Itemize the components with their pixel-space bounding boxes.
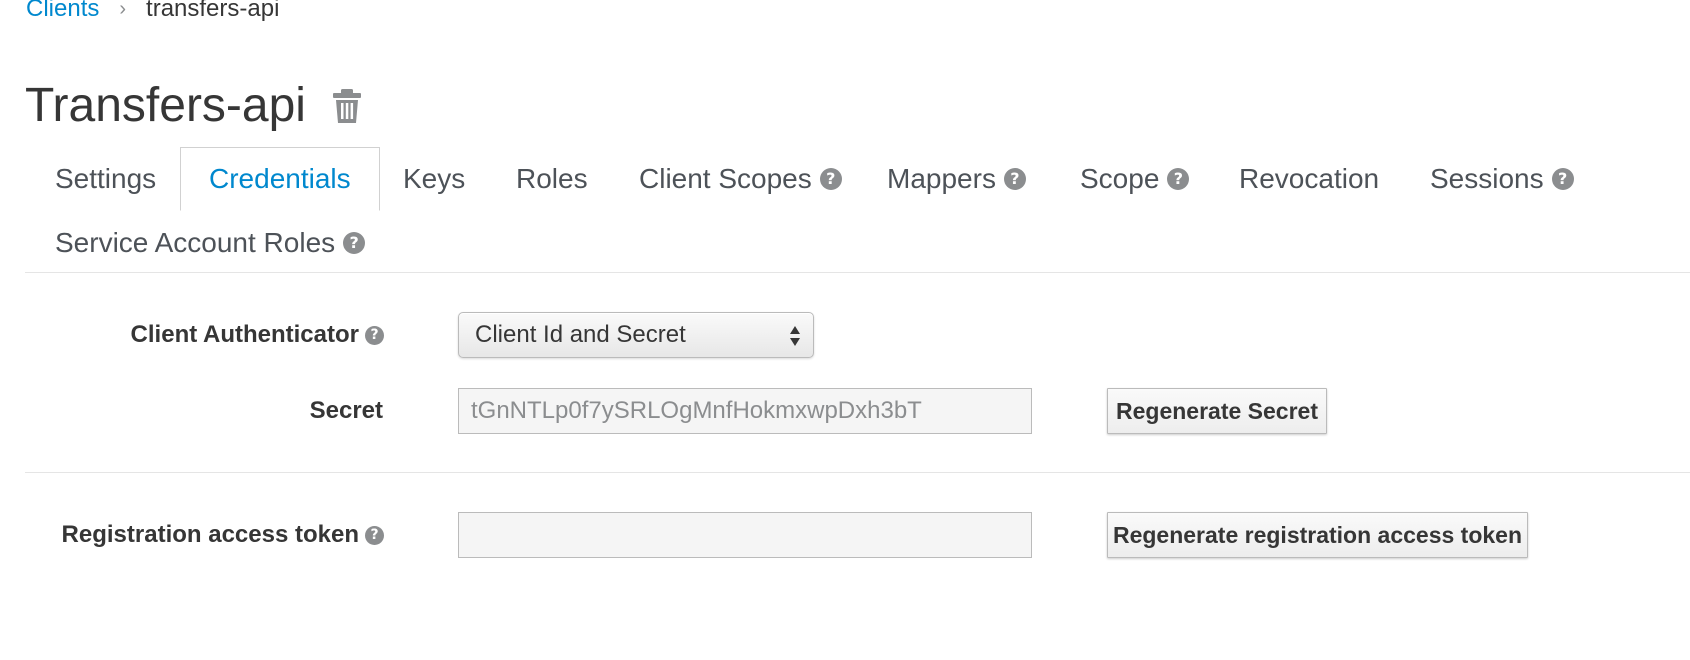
help-icon[interactable]: ? (1551, 168, 1574, 190)
tab-sessions[interactable]: Sessions ? (1430, 163, 1574, 195)
tabs-divider (25, 272, 1690, 273)
help-icon[interactable]: ? (365, 525, 384, 545)
registration-token-field[interactable] (458, 512, 1032, 558)
breadcrumb-current: transfers-api (146, 0, 280, 22)
tab-scope[interactable]: Scope ? (1080, 163, 1190, 195)
registration-token-label: Registration access token ? (62, 519, 384, 551)
tab-label: Service Account Roles (55, 227, 336, 258)
breadcrumb: Clients › transfers-api (26, 0, 279, 24)
client-credentials-page: Clients › transfers-api Transfers-api Se… (0, 0, 1690, 660)
tab-mappers[interactable]: Mappers ? (887, 163, 1026, 195)
tab-keys[interactable]: Keys (403, 163, 465, 195)
client-authenticator-label: Client Authenticator ? (131, 319, 384, 351)
tab-label: Settings (55, 163, 157, 194)
tab-credentials[interactable]: Credentials (180, 147, 380, 211)
tab-label: Revocation (1239, 163, 1380, 194)
section-divider (25, 472, 1690, 473)
help-icon[interactable]: ? (1167, 168, 1190, 190)
tab-revocation[interactable]: Revocation (1239, 163, 1379, 195)
tab-settings[interactable]: Settings (55, 163, 156, 195)
help-icon[interactable]: ? (343, 232, 366, 254)
secret-field[interactable]: tGnNTLp0f7ySRLOgMnfHokmxwpDxh3bT (458, 388, 1032, 434)
select-arrows-icon (790, 326, 800, 346)
client-authenticator-select[interactable]: Client Id and Secret (458, 312, 814, 358)
breadcrumb-separator: › (119, 0, 127, 20)
client-authenticator-value: Client Id and Secret (475, 321, 686, 348)
tab-client-scopes[interactable]: Client Scopes ? (639, 163, 842, 195)
regenerate-secret-button[interactable]: Regenerate Secret (1107, 388, 1327, 434)
tab-label: Roles (516, 163, 588, 194)
tab-label: Scope (1080, 163, 1160, 194)
tab-label: Keys (403, 163, 466, 194)
regenerate-registration-token-button[interactable]: Regenerate registration access token (1107, 512, 1528, 558)
secret-value: tGnNTLp0f7ySRLOgMnfHokmxwpDxh3bT (471, 397, 922, 424)
help-icon[interactable]: ? (365, 325, 384, 345)
secret-label: Secret (309, 397, 383, 424)
page-title: Transfers-api (25, 79, 306, 132)
breadcrumb-clients-link[interactable]: Clients (26, 0, 99, 24)
help-icon[interactable]: ? (1003, 168, 1026, 190)
tab-roles[interactable]: Roles (516, 163, 588, 195)
tab-label: Credentials (209, 163, 351, 194)
tab-label: Client Scopes (639, 163, 812, 194)
help-icon[interactable]: ? (819, 168, 842, 190)
tab-service-account-roles[interactable]: Service Account Roles ? (55, 227, 366, 259)
page-header: Transfers-api (25, 78, 362, 134)
trash-icon[interactable] (332, 88, 362, 124)
tab-label: Mappers (887, 163, 996, 194)
tab-label: Sessions (1430, 163, 1544, 194)
